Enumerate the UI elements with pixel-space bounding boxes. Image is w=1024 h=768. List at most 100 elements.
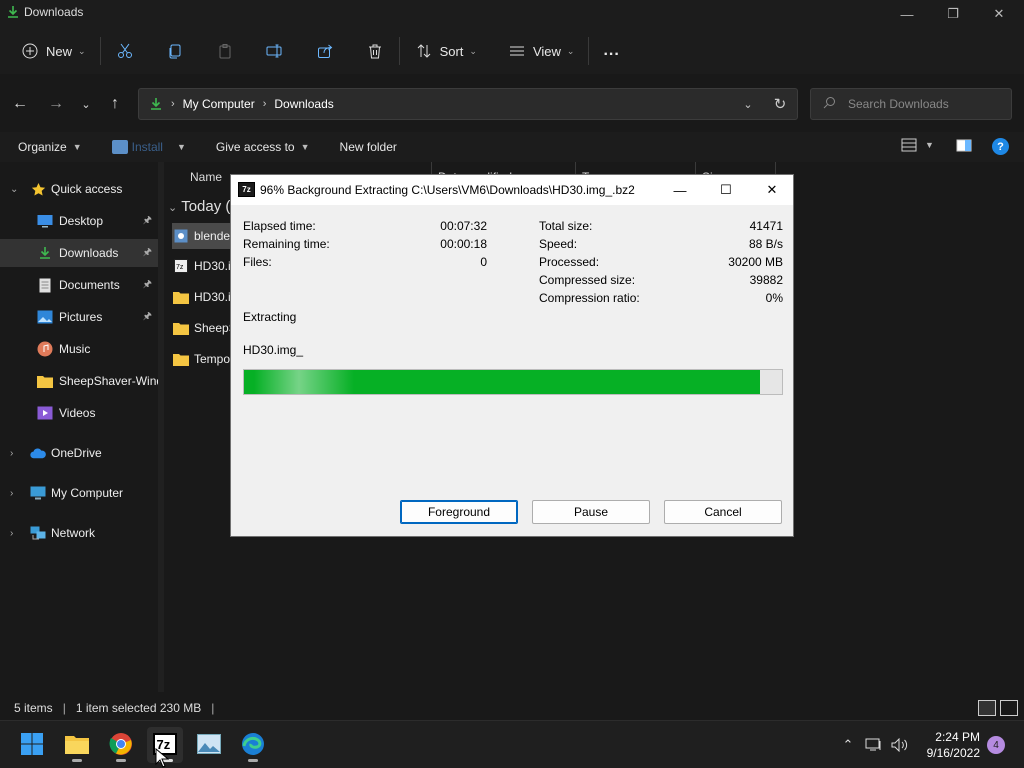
forward-button[interactable]: → xyxy=(42,90,70,118)
minimize-button[interactable]: — xyxy=(884,0,930,28)
file-row[interactable]: HD30.img_ xyxy=(172,284,232,310)
back-button[interactable]: ← xyxy=(6,90,34,118)
breadcrumb-downloads[interactable]: Downloads xyxy=(274,97,333,111)
paste-button[interactable] xyxy=(207,35,243,67)
7zip-icon: 7z xyxy=(238,182,255,197)
view-button[interactable]: View ⌄ xyxy=(499,35,583,67)
details-view-button[interactable]: ▼ xyxy=(901,138,934,152)
more-options-button[interactable]: ... xyxy=(595,35,627,67)
sidebar-item-label: SheepShaver-Window xyxy=(59,374,158,388)
current-file-name: HD30.img_ xyxy=(243,343,304,357)
share-button[interactable] xyxy=(307,35,343,67)
preview-pane-icon[interactable] xyxy=(956,139,972,155)
search-placeholder: Search Downloads xyxy=(848,97,949,111)
group-label: Today ( xyxy=(181,198,231,215)
notification-badge[interactable]: 4 xyxy=(987,736,1005,754)
sidebar-item-music[interactable]: Music xyxy=(0,335,158,363)
file-name: HD30.img_.bz2 xyxy=(194,259,232,273)
files-label: Files: xyxy=(243,255,272,269)
dialog-minimize-button[interactable]: — xyxy=(657,175,703,205)
running-indicator xyxy=(116,759,126,762)
sidebar-item-quick-access[interactable]: ⌄ Quick access xyxy=(0,175,158,203)
taskbar-edge[interactable] xyxy=(235,727,271,763)
breadcrumb-my-computer[interactable]: My Computer xyxy=(183,97,255,111)
search-input[interactable]: Search Downloads xyxy=(810,88,1012,120)
help-icon[interactable]: ? xyxy=(992,138,1009,155)
address-bar[interactable]: › My Computer › Downloads ⌄ ↻ xyxy=(138,88,798,120)
details-layout-icon[interactable] xyxy=(978,700,996,716)
taskbar-file-explorer[interactable] xyxy=(59,727,95,763)
maximize-button[interactable]: ❐ xyxy=(930,0,976,28)
pin-icon: 🖈 xyxy=(142,214,152,226)
extraction-progress-bar xyxy=(243,369,783,395)
close-button[interactable]: ✕ xyxy=(976,0,1022,28)
sidebar-item-downloads[interactable]: Downloads 🖈 xyxy=(0,239,158,267)
delete-button[interactable] xyxy=(357,35,393,67)
up-button[interactable]: ↑ xyxy=(101,90,129,118)
trash-icon xyxy=(365,41,385,61)
taskbar-photos[interactable] xyxy=(191,727,227,763)
divider xyxy=(99,37,101,65)
sidebar-item-sheepshaver-window[interactable]: SheepShaver-Window xyxy=(0,367,158,395)
installer-icon xyxy=(172,228,190,244)
rename-button[interactable] xyxy=(257,35,293,67)
organize-menu[interactable]: Organize ▼ xyxy=(18,140,82,154)
file-row[interactable]: blender xyxy=(172,223,232,249)
sidebar-item-pictures[interactable]: Pictures 🖈 xyxy=(0,303,158,331)
volume-icon[interactable] xyxy=(890,735,910,755)
file-row[interactable]: Temporary xyxy=(172,346,232,372)
videos-icon xyxy=(37,405,53,421)
download-icon xyxy=(149,97,163,111)
cancel-button[interactable]: Cancel xyxy=(664,500,782,524)
divider xyxy=(398,37,400,65)
new-folder-label: New folder xyxy=(339,140,397,154)
pause-button[interactable]: Pause xyxy=(532,500,650,524)
large-icons-layout-icon[interactable] xyxy=(1000,700,1018,716)
speed-label: Speed: xyxy=(539,237,578,251)
operation-status: Extracting xyxy=(243,310,297,324)
network-status-icon[interactable] xyxy=(864,735,884,755)
foreground-button[interactable]: Foreground xyxy=(400,500,518,524)
taskbar-chrome[interactable] xyxy=(103,727,139,763)
menu-row: Organize ▼ Install ▼ Give access to ▼ Ne… xyxy=(0,132,1024,162)
sidebar-item-network[interactable]: › Network xyxy=(0,519,158,547)
view-lines-icon xyxy=(507,41,527,61)
address-history-chevron-icon[interactable]: ⌄ xyxy=(733,89,763,119)
column-header-name[interactable]: Name xyxy=(190,170,222,184)
new-folder-button[interactable]: New folder xyxy=(340,140,397,154)
chevron-down-icon: ⌄ xyxy=(78,45,86,56)
installer-icon xyxy=(111,140,128,154)
show-hidden-icons-chevron-icon[interactable]: ⌃ xyxy=(838,735,858,755)
give-access-menu[interactable]: Give access to ▼ xyxy=(216,140,310,154)
document-icon xyxy=(37,277,53,293)
dialog-close-button[interactable]: ✕ xyxy=(749,175,795,205)
file-row[interactable]: 7z HD30.img_.bz2 xyxy=(172,253,232,279)
file-row[interactable]: SheepShaver xyxy=(172,315,232,341)
dialog-maximize-button[interactable]: ☐ xyxy=(703,175,749,205)
refresh-icon[interactable]: ↻ xyxy=(765,89,795,119)
sidebar-item-documents[interactable]: Documents 🖈 xyxy=(0,271,158,299)
compression-ratio-label: Compression ratio: xyxy=(539,291,640,305)
windows-start-button[interactable] xyxy=(14,727,50,763)
group-header-today[interactable]: ⌄ Today ( xyxy=(168,198,230,215)
item-count: 5 items xyxy=(14,701,53,715)
new-button[interactable]: New ⌄ xyxy=(12,35,94,67)
sidebar-item-videos[interactable]: Videos xyxy=(0,399,158,427)
network-icon xyxy=(30,525,46,541)
edge-icon xyxy=(241,732,265,759)
sidebar-item-label: Network xyxy=(51,526,96,540)
recent-locations-button[interactable]: ⌄ xyxy=(72,90,100,118)
install-menu[interactable]: Install ▼ xyxy=(111,140,186,154)
cut-button[interactable] xyxy=(107,35,143,67)
sidebar-item-desktop[interactable]: Desktop 🖈 xyxy=(0,207,158,235)
windows-start-icon xyxy=(20,732,44,759)
sort-button[interactable]: Sort ⌄ xyxy=(406,35,485,67)
music-icon xyxy=(37,341,53,357)
chevron-right-icon: › xyxy=(262,98,267,110)
taskbar-clock[interactable]: 2:24 PM 9/16/2022 xyxy=(918,729,980,761)
sidebar-item-onedrive[interactable]: › OneDrive xyxy=(0,439,158,467)
copy-button[interactable] xyxy=(157,35,193,67)
chevron-right-icon: › xyxy=(10,487,14,499)
files-value: 0 xyxy=(480,255,487,269)
sidebar-item-my-computer[interactable]: › My Computer xyxy=(0,479,158,507)
